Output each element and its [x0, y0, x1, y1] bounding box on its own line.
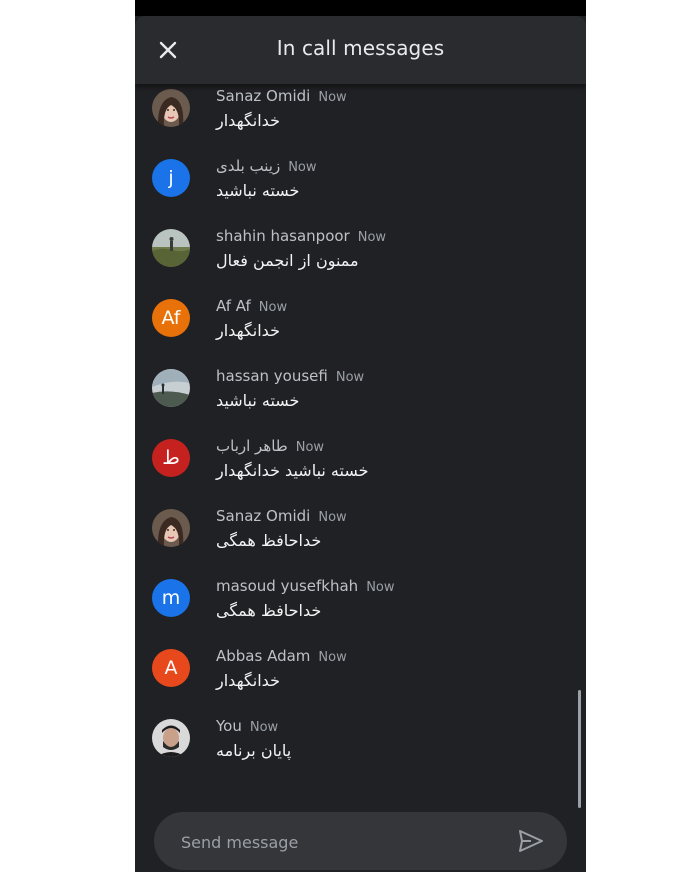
list-item: Sanaz Omidi Now خدانگهدار: [135, 87, 586, 159]
avatar: ط: [152, 439, 190, 477]
message-time: Now: [318, 510, 347, 525]
avatar-letter: ط: [162, 447, 180, 469]
message-time: Now: [335, 370, 365, 385]
list-item: A Abbas Adam Now خدانگهدار: [135, 647, 586, 719]
avatar: m: [152, 579, 190, 617]
sender-name: hassan yousefi: [216, 367, 328, 385]
avatar-letter: j: [168, 167, 174, 189]
list-item: j زینب بلدی Now خسته نباشید: [135, 157, 586, 229]
list-item: Sanaz Omidi Now خداحافظ همگی: [135, 507, 586, 579]
avatar: [152, 369, 190, 407]
message-list[interactable]: Sanaz Omidi Now خدانگهدار j زینب بلدی Now …: [135, 84, 586, 796]
sender-name: Af Af: [216, 297, 251, 315]
list-item: shahin hasanpoor Now ممنون از انجمن فعال: [135, 227, 586, 299]
avatar: [152, 719, 190, 757]
list-item: ط طاهر ارباب Now خسته نباشید خدانگهدار: [135, 437, 586, 509]
message-text: خداحافظ همگی: [216, 531, 322, 550]
message-composer: [154, 812, 567, 870]
avatar-letter: m: [161, 587, 181, 609]
message-time: Now: [249, 720, 279, 735]
message-time: Now: [295, 440, 325, 455]
send-icon: [519, 830, 543, 852]
message-time: Now: [318, 650, 347, 665]
send-message-input[interactable]: [179, 828, 503, 856]
list-item: You Now پایان برنامه: [135, 717, 586, 789]
message-text: خدانگهدار: [216, 111, 280, 130]
avatar: j: [152, 159, 190, 197]
message-time: Now: [318, 90, 347, 105]
sender-name: Sanaz Omidi: [216, 507, 311, 525]
scrollbar[interactable]: [578, 690, 581, 808]
sender-name: Abbas Adam: [216, 647, 311, 665]
avatar: A: [152, 649, 190, 687]
avatar: Af: [152, 299, 190, 337]
sender-name: masoud yusefkhah: [216, 577, 359, 595]
send-button[interactable]: [516, 827, 546, 855]
page-title: In call messages: [276, 36, 445, 60]
avatar: [152, 229, 190, 267]
message-text: خدانگهدار: [216, 321, 280, 340]
meeting-chat-panel: In call messages Sanaz Omidi Now خدانگهدا…: [135, 0, 586, 872]
message-text: خداحافظ همگی: [216, 601, 322, 620]
avatar-letter: Af: [161, 307, 181, 329]
sender-name: طاهر ارباب: [216, 437, 288, 455]
message-time: Now: [366, 580, 395, 595]
message-time: Now: [357, 230, 387, 245]
avatar: [152, 509, 190, 547]
message-text: خدانگهدار: [216, 671, 280, 690]
sender-name: shahin hasanpoor: [216, 227, 350, 245]
message-text: خسته نباشید: [216, 391, 300, 410]
sender-name: Sanaz Omidi: [216, 87, 311, 105]
list-item: m masoud yusefkhah Now خداحافظ همگی: [135, 577, 586, 649]
sender-name: You: [216, 717, 242, 735]
message-text: خسته نباشید: [216, 181, 300, 200]
list-item: Af Af Af Now خدانگهدار: [135, 297, 586, 369]
status-bar: [135, 0, 586, 16]
panel-header: In call messages: [135, 16, 586, 84]
message-text: پایان برنامه: [216, 741, 292, 760]
message-time: Now: [258, 300, 288, 315]
message-time: Now: [288, 160, 317, 175]
message-text: خسته نباشید خدانگهدار: [216, 461, 369, 480]
message-text: ممنون از انجمن فعال: [216, 251, 359, 270]
sender-name: زینب بلدی: [216, 157, 281, 175]
avatar-letter: A: [164, 657, 178, 679]
avatar: [152, 89, 190, 127]
list-item: hassan yousefi Now خسته نباشید: [135, 367, 586, 439]
